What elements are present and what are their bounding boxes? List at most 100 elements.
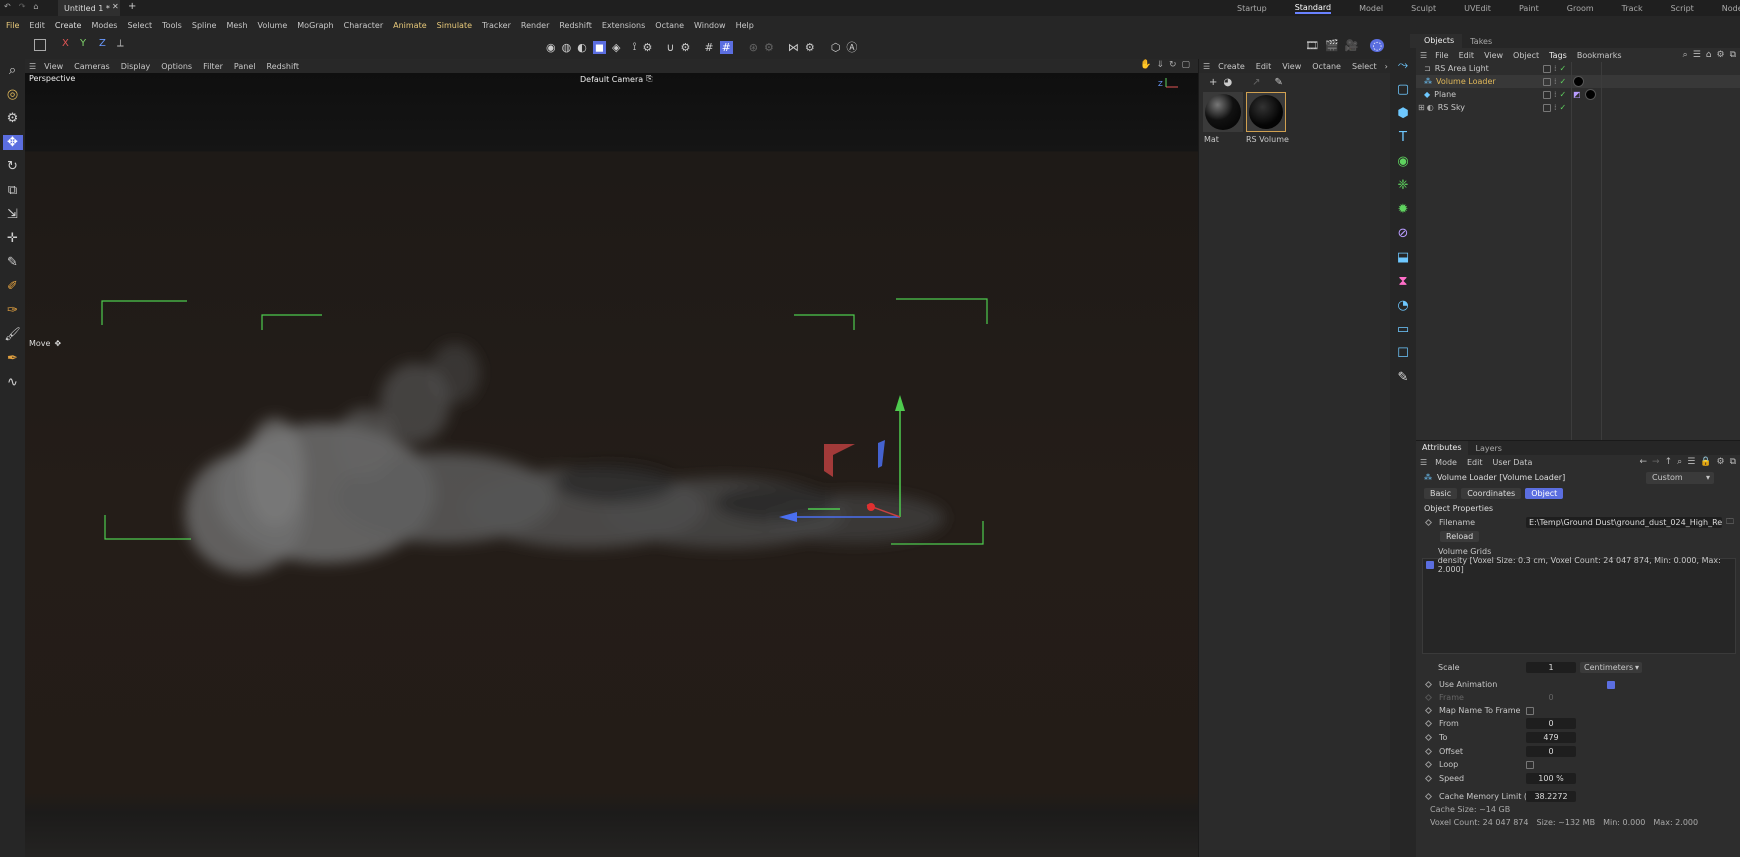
tab-takes[interactable]: Takes (1462, 37, 1500, 46)
objects-filter-icon[interactable]: ☰ (1693, 50, 1701, 60)
material-menu-create[interactable]: Create (1218, 62, 1245, 71)
render-dots-icon[interactable]: ⁞ (1554, 64, 1557, 73)
material-menu-select[interactable]: Select (1352, 62, 1377, 71)
viewport-layout-icon[interactable] (34, 39, 46, 51)
document-tab[interactable]: Untitled 1 * (58, 0, 120, 16)
objects-new-window-icon[interactable]: ⧉ (1730, 50, 1736, 60)
brush-icon[interactable]: 🖌 (4, 327, 21, 342)
mode-points-icon[interactable]: ◍ (562, 41, 572, 54)
hamburger-menu-icon[interactable]: ☰ (29, 62, 36, 71)
symmetry-settings-icon[interactable]: ⚙ (805, 41, 815, 54)
animate-diamond-icon[interactable] (1424, 733, 1433, 742)
phong-tag-icon[interactable]: ◩ (1573, 90, 1581, 99)
mode-edges-icon[interactable]: ◐ (577, 41, 587, 54)
attributes-lock-icon[interactable]: 🔒 (1700, 457, 1711, 467)
layout-nodes[interactable]: Nodes (1722, 4, 1740, 13)
from-field[interactable]: 0 (1526, 718, 1576, 729)
menu-volume[interactable]: Volume (258, 21, 288, 30)
viewport-menu-view[interactable]: View (44, 62, 63, 71)
mode-model-icon[interactable]: ◉ (546, 41, 556, 54)
undo-icon[interactable]: ↶ (4, 2, 11, 11)
material-tag-icon[interactable] (1585, 89, 1596, 100)
environment-icon[interactable]: ◔ (1397, 298, 1408, 313)
material-arrow-icon[interactable]: ↗ (1252, 77, 1260, 88)
viewport-menu-panel[interactable]: Panel (234, 62, 256, 71)
objects-hamburger-icon[interactable]: ☰ (1420, 51, 1427, 60)
folder-icon[interactable]: 🗀 (1726, 516, 1734, 530)
lock-settings-icon[interactable]: ⚙ (764, 41, 774, 54)
menu-character[interactable]: Character (344, 21, 384, 30)
menu-file[interactable]: File (6, 21, 19, 30)
enabled-check-icon[interactable]: ✓ (1560, 90, 1567, 99)
menu-mesh[interactable]: Mesh (226, 21, 247, 30)
viewport-menu-options[interactable]: Options (161, 62, 192, 71)
python-icon[interactable]: ⬡ (831, 41, 841, 54)
reload-button[interactable]: Reload (1440, 531, 1480, 542)
menu-help[interactable]: Help (736, 21, 754, 30)
map-name-checkbox[interactable] (1526, 706, 1534, 715)
tab-layers[interactable]: Layers (1468, 444, 1510, 453)
attributes-menu-edit[interactable]: Edit (1467, 458, 1483, 467)
attributes-menu-mode[interactable]: Mode (1435, 458, 1457, 467)
objects-search-icon[interactable]: ⌕ (1683, 50, 1688, 60)
orbit-view-icon[interactable]: ↻ (1169, 60, 1177, 70)
menu-tracker[interactable]: Tracker (482, 21, 511, 30)
offset-field[interactable]: 0 (1526, 746, 1576, 757)
redo-icon[interactable]: ↷ (19, 2, 26, 11)
layout-paint[interactable]: Paint (1519, 4, 1539, 13)
text-object-icon[interactable]: T (1399, 130, 1407, 145)
loop-checkbox[interactable] (1526, 760, 1534, 769)
objects-menu-object[interactable]: Object (1513, 51, 1539, 60)
cloner-icon[interactable]: ❈ (1398, 178, 1409, 193)
grid-entry-density[interactable]: density [Voxel Size: 0.3 cm, Voxel Count… (1423, 556, 1735, 574)
effector-icon[interactable]: ✹ (1398, 202, 1409, 217)
field-icon[interactable]: ⬓ (1397, 250, 1409, 265)
pan-view-icon[interactable]: ✋ (1140, 60, 1151, 70)
animate-diamond-icon[interactable] (1424, 706, 1433, 715)
viewport-menu-filter[interactable]: Filter (203, 62, 223, 71)
material-menu-view[interactable]: View (1282, 62, 1301, 71)
attributes-settings-icon[interactable]: ⚙ (1716, 457, 1724, 467)
axis-y-button[interactable]: Y (80, 38, 86, 49)
axis-z-button[interactable]: Z (99, 38, 106, 49)
tweak-icon[interactable]: ⚙ (7, 111, 19, 126)
cache-limit-field[interactable]: 38.2272 (1526, 791, 1576, 802)
material-tag-icon[interactable] (1573, 76, 1584, 87)
dolly-view-icon[interactable]: ⇓ (1156, 60, 1164, 70)
spline-icon[interactable]: ⧗ (1398, 274, 1407, 289)
visibility-toggle[interactable] (1543, 64, 1551, 73)
viewport-menu-cameras[interactable]: Cameras (74, 62, 110, 71)
enabled-check-icon[interactable]: ✓ (1560, 77, 1567, 86)
render-region-icon[interactable]: 🎞 (1305, 39, 1319, 52)
mode-polygons-icon[interactable]: ◼ (592, 40, 606, 54)
menu-redshift[interactable]: Redshift (559, 21, 591, 30)
knife-icon[interactable]: ✒ (7, 351, 18, 366)
render-settings-icon[interactable]: 🎥 (1345, 39, 1359, 52)
objects-menu-bookmarks[interactable]: Bookmarks (1577, 51, 1622, 60)
material-hamburger-icon[interactable]: ☰ (1203, 62, 1210, 71)
menu-octane[interactable]: Octane (655, 21, 684, 30)
spline-smooth-icon[interactable]: ✑ (7, 303, 18, 318)
menu-spline[interactable]: Spline (192, 21, 217, 30)
camera-object-icon[interactable]: ▭ (1397, 322, 1409, 337)
cube-icon[interactable]: ⬢ (1397, 106, 1408, 121)
menu-select[interactable]: Select (127, 21, 152, 30)
lock-icon[interactable]: ⊛ (749, 41, 758, 54)
subtab-basic[interactable]: Basic (1424, 488, 1458, 499)
animate-diamond-icon[interactable] (1424, 747, 1433, 756)
scale-unit-dropdown[interactable]: Centimeters ▾ (1580, 662, 1642, 673)
menu-edit[interactable]: Edit (29, 21, 45, 30)
animate-diamond-icon[interactable] (1424, 774, 1433, 783)
magnet-settings-icon[interactable]: ⚙ (680, 41, 690, 54)
material-menu-octane[interactable]: Octane (1312, 62, 1341, 71)
grid-enabled-checkbox[interactable] (1426, 561, 1434, 569)
attributes-search-icon[interactable]: ⌕ (1677, 457, 1682, 467)
render-dots-icon[interactable]: ⁞ (1554, 90, 1557, 99)
deformer-icon[interactable]: ⊘ (1398, 226, 1409, 241)
render-dots-icon[interactable]: ⁞ (1554, 103, 1557, 112)
snap-settings-icon[interactable]: ⚙ (643, 41, 653, 54)
objects-settings-icon[interactable]: ⚙ (1716, 50, 1724, 60)
object-row-volume-loader[interactable]: ⁂ Volume Loader ⁞ ✓ (1416, 75, 1740, 88)
object-row-rs-sky[interactable]: ⊞ ◐ RS Sky ⁞ ✓ (1416, 101, 1740, 114)
tab-objects[interactable]: Objects (1416, 34, 1463, 48)
